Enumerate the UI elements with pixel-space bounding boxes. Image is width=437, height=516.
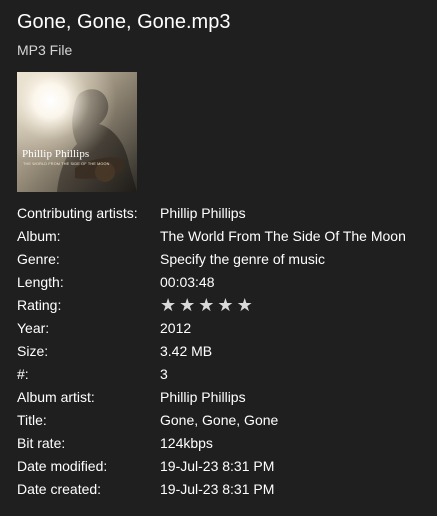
property-label: Genre:	[17, 251, 60, 267]
album-cover-art	[17, 72, 137, 192]
property-row-track-number: #: 3	[17, 363, 427, 386]
property-value: 00:03:48	[160, 274, 215, 290]
property-row-album: Album: The World From The Side Of The Mo…	[17, 225, 427, 248]
property-label: Date created:	[17, 481, 102, 497]
property-row-title: Title: Gone, Gone, Gone	[17, 409, 427, 432]
property-label: Size:	[17, 343, 49, 359]
property-label: Year:	[17, 320, 50, 336]
property-label: Rating:	[17, 297, 62, 313]
property-row-genre: Genre: Specify the genre of music	[17, 248, 427, 271]
file-title: Gone, Gone, Gone.mp3	[17, 11, 231, 33]
property-value: 19-Jul-23 8:31 PM	[160, 458, 275, 474]
rating-star-3-icon[interactable]: ★	[198, 294, 217, 317]
property-row-length: Length: 00:03:48	[17, 271, 427, 294]
property-value: 19-Jul-23 8:31 PM	[160, 481, 275, 497]
property-row-rating: Rating: ★★★★★	[17, 294, 427, 317]
property-label: Contributing artists:	[17, 205, 138, 221]
property-value: 124kbps	[160, 435, 213, 451]
rating-star-4-icon[interactable]: ★	[217, 294, 236, 317]
properties-list: Contributing artists: Phillip Phillips A…	[17, 202, 427, 501]
property-row-size: Size: 3.42 MB	[17, 340, 427, 363]
property-row-date-modified: Date modified: 19-Jul-23 8:31 PM	[17, 455, 427, 478]
property-value[interactable]: Specify the genre of music	[160, 248, 325, 271]
property-value[interactable]: Phillip Phillips	[160, 202, 246, 225]
property-label: Title:	[17, 412, 47, 428]
rating-stars[interactable]: ★★★★★	[160, 294, 256, 317]
property-row-album-artist: Album artist: Phillip Phillips	[17, 386, 427, 409]
album-cover-image: Phillip Phillips THE WORLD FROM THE SIDE…	[17, 72, 137, 192]
property-label: Length:	[17, 274, 64, 290]
property-label: Date modified:	[17, 458, 108, 474]
property-value[interactable]: The World From The Side Of The Moon	[160, 225, 406, 248]
rating-star-2-icon[interactable]: ★	[179, 294, 198, 317]
property-value: 3.42 MB	[160, 343, 213, 359]
property-value[interactable]: 2012	[160, 317, 191, 340]
property-row-contributing-artists: Contributing artists: Phillip Phillips	[17, 202, 427, 225]
property-label: Album:	[17, 228, 61, 244]
property-row-year: Year: 2012	[17, 317, 427, 340]
property-value[interactable]: Phillip Phillips	[160, 386, 246, 409]
cover-album-text: THE WORLD FROM THE SIDE OF THE MOON	[23, 162, 110, 166]
property-row-bit-rate: Bit rate: 124kbps	[17, 432, 427, 455]
file-type: MP3 File	[17, 42, 73, 58]
cover-artist-text: Phillip Phillips	[22, 148, 90, 160]
property-row-date-created: Date created: 19-Jul-23 8:31 PM	[17, 478, 427, 501]
rating-star-1-icon[interactable]: ★	[160, 294, 179, 317]
rating-star-5-icon[interactable]: ★	[237, 294, 256, 317]
property-label: #:	[17, 366, 29, 382]
property-label: Album artist:	[17, 389, 95, 405]
property-value[interactable]: 3	[160, 363, 168, 386]
property-label: Bit rate:	[17, 435, 66, 451]
property-value[interactable]: Gone, Gone, Gone	[160, 409, 278, 432]
